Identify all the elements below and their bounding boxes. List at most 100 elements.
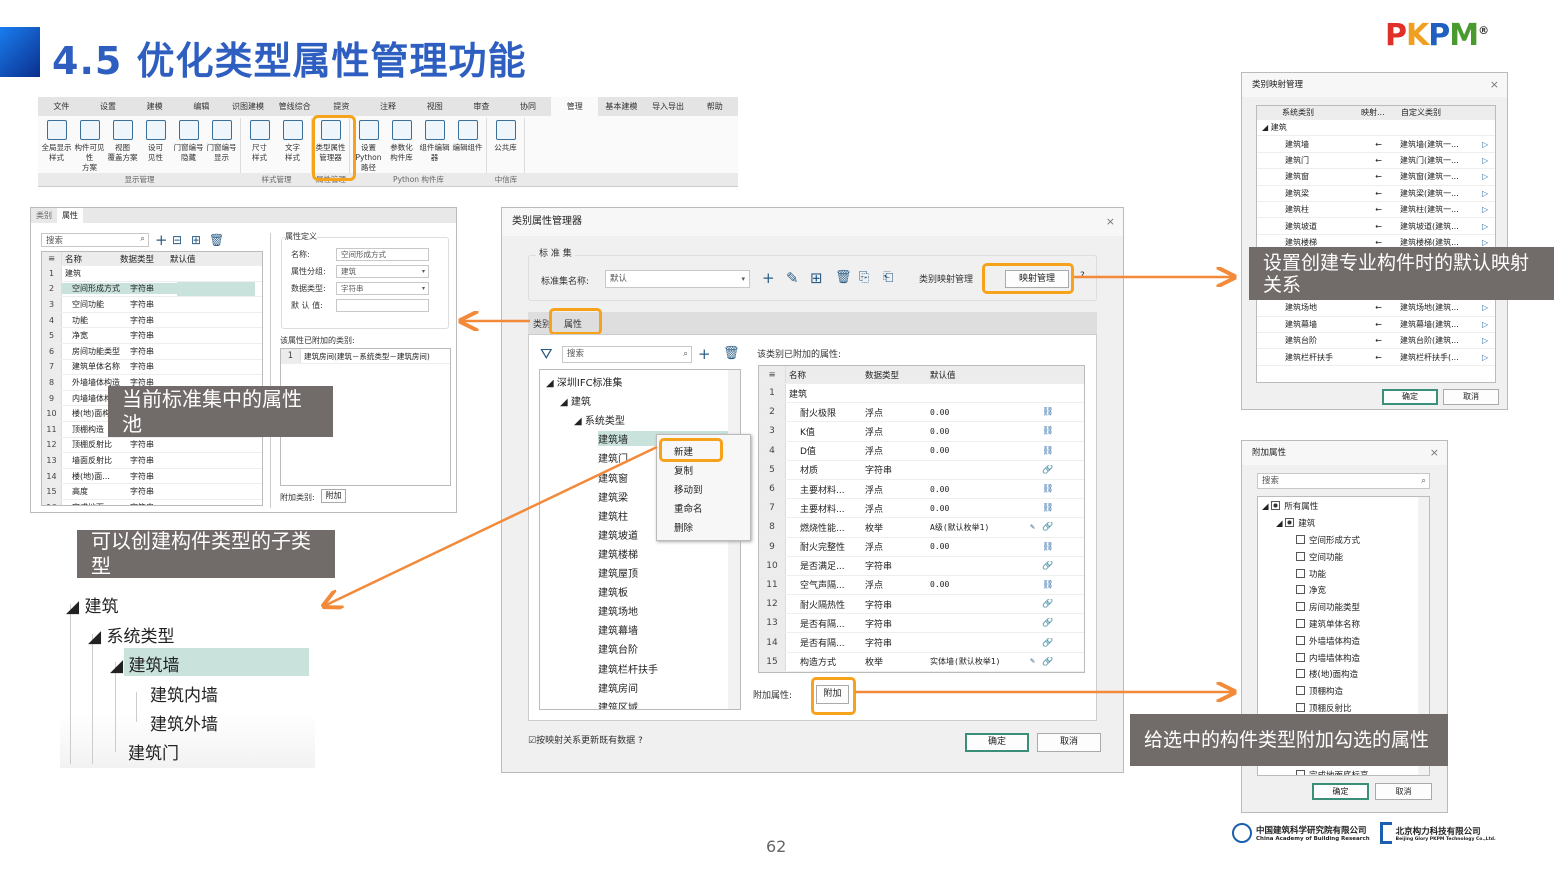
tree-node[interactable]: ◢ 系统类型	[574, 412, 625, 427]
column-header[interactable]: 数据类型	[117, 253, 167, 265]
checkbox-item[interactable]: 建筑单体名称	[1296, 618, 1360, 630]
unlink-icon[interactable]: ⛓	[1039, 542, 1065, 552]
context-menu-item[interactable]: 删除	[674, 520, 693, 534]
expand-icon[interactable]: ▷	[1482, 205, 1492, 214]
table-row[interactable]: 6 主要材料... 浮点 0.00 ⛓	[759, 479, 1084, 500]
checkbox-item[interactable]: 空间形成方式	[1296, 534, 1360, 546]
ribbon-button[interactable]: 参数化 构件库	[385, 118, 418, 173]
tree-node[interactable]: 建筑屋顶	[598, 565, 638, 580]
column-header[interactable]: 映射...	[1357, 107, 1397, 118]
search-icon[interactable]: ⌕	[140, 234, 145, 244]
copy-icon[interactable]: ⊞	[810, 270, 823, 286]
column-header[interactable]: 自定义类别	[1397, 107, 1482, 118]
ribbon-tab[interactable]: 文件	[38, 97, 85, 116]
checkbox-item[interactable]: 顶棚反射比	[1296, 702, 1352, 714]
ok-button[interactable]: 确定	[965, 733, 1029, 752]
unlink-icon[interactable]: ⛓	[1039, 446, 1065, 456]
tree-node[interactable]: 建筑窗	[598, 470, 628, 485]
ribbon-button[interactable]: 编辑组件	[451, 118, 484, 173]
tree-node[interactable]: 建筑梁	[598, 489, 628, 504]
context-menu-item[interactable]: 复制	[674, 463, 693, 477]
link-icon[interactable]: 🔗	[1039, 465, 1065, 475]
edit-icon[interactable]: ✎	[1030, 656, 1035, 665]
table-row[interactable]: 6 房间功能类型 字符串	[42, 343, 262, 360]
ribbon-button[interactable]: 公共库	[489, 118, 522, 173]
list-item[interactable]: 1 建筑房间(建筑－系统类型－建筑房间)	[281, 349, 450, 364]
ribbon-button[interactable]: 门窗编号 隐藏	[172, 118, 205, 173]
column-header[interactable]: 数据类型	[862, 369, 927, 381]
ribbon-button[interactable]: 设可 见性	[139, 118, 172, 173]
menu-icon[interactable]: ≡	[759, 366, 786, 383]
table-row[interactable]: 7 建筑单体名称 字符串	[42, 359, 262, 376]
checkbox-item[interactable]: 完成地面底标高	[1296, 769, 1369, 775]
ribbon-tab[interactable]: 建模	[131, 97, 178, 116]
ribbon-tab[interactable]: 视图	[411, 97, 458, 116]
add-icon[interactable]: +	[698, 346, 711, 362]
edit-icon[interactable]: ✎	[786, 270, 799, 286]
ribbon-button[interactable]: 设置 Python路径	[352, 118, 385, 173]
custom-category[interactable]: 建筑柱(建筑一...	[1397, 204, 1482, 215]
attach-category-button[interactable]: 附加	[321, 489, 346, 503]
close-icon[interactable]: ×	[1430, 441, 1439, 465]
tree-node[interactable]: ◢ 系统类型	[88, 622, 174, 647]
tree-node[interactable]: 建筑房间	[598, 680, 638, 695]
ribbon-tab[interactable]: 提资	[318, 97, 365, 116]
ribbon-tab[interactable]: 管理	[551, 97, 599, 116]
ribbon-button[interactable]: 视图 覆盖方案	[106, 118, 139, 173]
cancel-button[interactable]: 取消	[1037, 733, 1101, 752]
import-icon[interactable]: ⎘	[859, 270, 869, 286]
table-row[interactable]: 建筑场地 ← 建筑场地(建筑... ▷	[1257, 300, 1495, 317]
table-row[interactable]: 2 耐火极限 浮点 0.00 ⛓	[759, 403, 1084, 423]
link-icon[interactable]: 🔗	[1039, 638, 1065, 648]
field-input[interactable]: 字符串 ▾	[336, 282, 429, 295]
cancel-button[interactable]: 取消	[1375, 783, 1432, 800]
help-icon[interactable]: ?	[1080, 271, 1085, 281]
custom-category[interactable]: 建筑栏杆扶手(...	[1397, 352, 1482, 363]
checkbox[interactable]	[1296, 635, 1305, 645]
custom-category[interactable]: 建筑幕墙(建筑...	[1397, 319, 1482, 330]
tree-node[interactable]: ◢ 深圳IFC标准集	[546, 374, 623, 389]
table-row[interactable]: 5 净宽 字符串	[42, 328, 262, 344]
ribbon-button[interactable]: 全局显示 样式	[40, 118, 73, 173]
tree-node[interactable]: ◢ 所有属性	[1262, 500, 1318, 512]
table-row[interactable]: 8 燃烧性能... 枚举 A级(默认枚举1) ✎ 🔗	[759, 518, 1084, 538]
custom-category[interactable]: 建筑窗(建筑一...	[1397, 171, 1482, 182]
checkbox[interactable]	[1296, 535, 1305, 544]
table-row[interactable]: 建筑栏杆扶手 ← 建筑栏杆扶手(... ▷	[1257, 349, 1495, 366]
table-row[interactable]: 建筑梁 ← 建筑梁(建筑一... ▷	[1257, 186, 1495, 202]
tree-node[interactable]: 建筑幕墙	[598, 622, 638, 637]
table-row[interactable]: 9 耐火完整性 浮点 0.00 ⛓	[759, 537, 1084, 557]
column-header[interactable]: 系统类别	[1257, 107, 1357, 118]
menu-icon[interactable]: ≡	[42, 252, 62, 265]
ribbon-tab[interactable]: 管线综合	[271, 97, 318, 116]
tree-node[interactable]: 建筑区域	[598, 699, 638, 709]
checkbox-item[interactable]: 房间功能类型	[1296, 601, 1360, 613]
checkbox[interactable]	[1296, 602, 1305, 612]
table-row[interactable]: 建筑幕墙 ← 建筑幕墙(建筑... ▷	[1257, 317, 1495, 334]
table-row[interactable]: 建筑坡道 ← 建筑坡道(建筑... ▷	[1257, 218, 1495, 235]
custom-category[interactable]: 建筑梁(建筑一...	[1397, 188, 1482, 199]
std-name-select[interactable]: 默认 ▾	[605, 270, 750, 288]
tree-node[interactable]: 建筑栏杆扶手	[598, 661, 658, 676]
tree-node[interactable]: 建筑门	[128, 739, 179, 764]
expand-icon[interactable]: ▷	[1482, 156, 1492, 165]
ribbon-tab[interactable]: 基本建模	[598, 97, 645, 116]
table-row[interactable]: 12 耐火隔热性 字符串 🔗	[759, 595, 1084, 615]
search-icon[interactable]: ⌕	[1421, 474, 1426, 488]
table-row[interactable]: 15 构造方式 枚举 实体墙(默认枚举1) ✎ 🔗	[759, 652, 1084, 672]
context-menu-item[interactable]: 移动到	[674, 482, 703, 496]
checkbox[interactable]	[1296, 652, 1305, 662]
table-row[interactable]: 2 空间形成方式 字符串	[42, 281, 262, 298]
custom-category[interactable]: 建筑墙(建筑一...	[1397, 139, 1482, 150]
tree-node[interactable]: ◢ 建筑	[66, 592, 118, 617]
field-input[interactable]	[336, 299, 429, 312]
custom-category[interactable]: 建筑台阶(建筑...	[1397, 335, 1482, 346]
ok-button[interactable]: 确定	[1382, 389, 1438, 405]
ribbon-button[interactable]: 组件编辑器	[418, 118, 451, 173]
table-row[interactable]: 1 建筑	[759, 384, 1084, 404]
tree-node[interactable]: 建筑门	[598, 450, 628, 465]
checkbox[interactable]	[1296, 568, 1305, 578]
filter-icon[interactable]: ⛛	[540, 346, 553, 362]
checkbox[interactable]	[1296, 585, 1305, 595]
checkbox[interactable]	[1296, 686, 1305, 696]
